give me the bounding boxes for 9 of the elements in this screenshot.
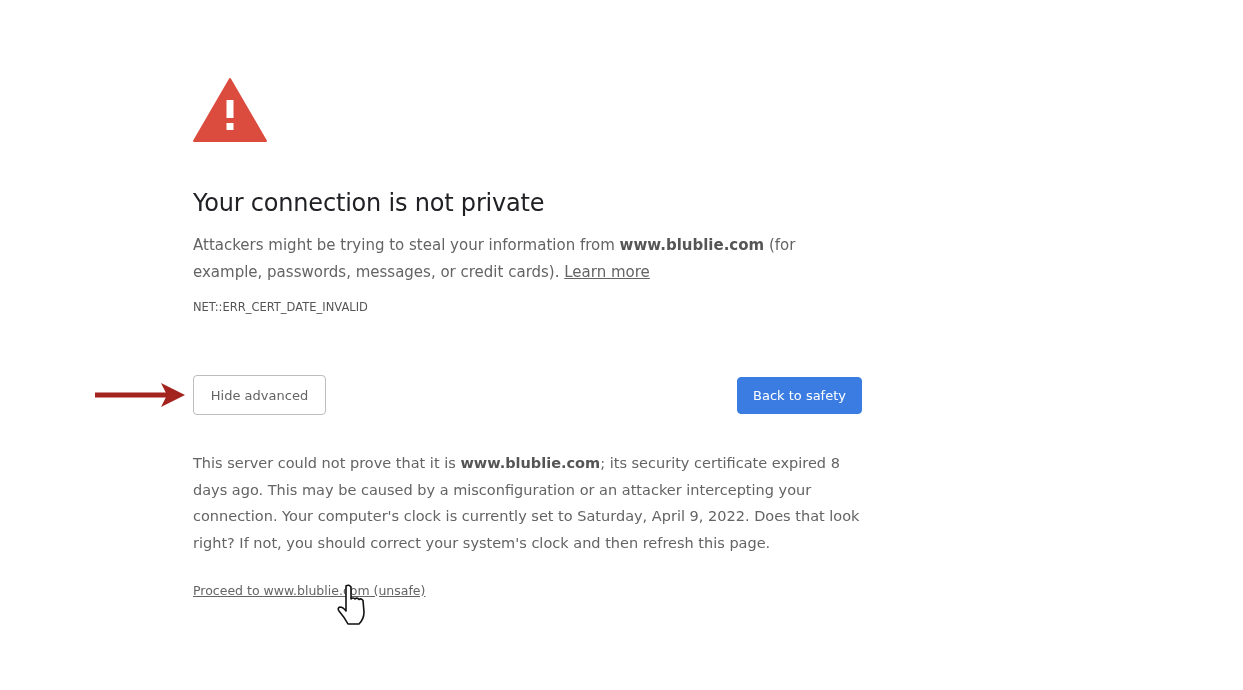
intro-text: Attackers might be trying to steal your information from www.blublie.com (for example, passwords, messages, or credit cards). Learn more [193,235,797,283]
error-code: NET::ERR_CERT_DATE_INVALID [193,300,369,314]
hide-advanced-button[interactable]: Hide advanced [193,375,326,415]
page-heading: Your connection is not private [193,188,546,218]
details-text: This server could not prove that it is www.blublie.com; its security certificate expired 8 days ago. This may be caused by a misconfiguration or an attacker intercepting your connection. Your computer's clock is currently set to Saturday, April 9, 2022. Does that look right? If not, you should correct your system's clock and then refresh this page. [193,454,861,553]
warning-icon [193,78,267,142]
learn-more-link[interactable]: Learn more [564,263,650,281]
back-to-safety-button[interactable]: Back to safety [737,376,862,414]
arrow-icon [95,382,185,408]
